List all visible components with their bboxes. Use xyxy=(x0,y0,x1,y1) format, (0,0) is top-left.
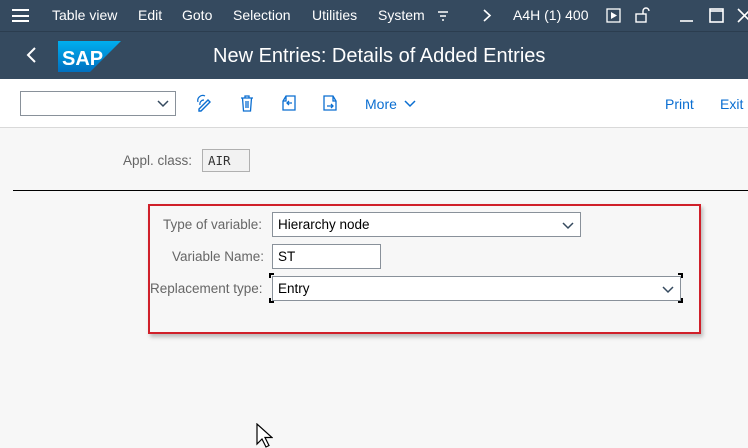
minimize-icon[interactable] xyxy=(679,8,694,23)
menu-table-view[interactable]: Table view xyxy=(52,7,117,23)
appl-class-field: AIR xyxy=(202,149,250,172)
chevron-down-icon[interactable] xyxy=(561,218,575,232)
next-entry-icon[interactable] xyxy=(321,94,339,112)
maximize-icon[interactable] xyxy=(709,8,724,23)
sap-logo: SAP xyxy=(58,41,121,72)
chevron-down-icon[interactable] xyxy=(661,282,675,296)
menu-goto[interactable]: Goto xyxy=(182,7,212,23)
delete-icon[interactable] xyxy=(238,94,256,112)
more-label: More xyxy=(365,96,397,112)
play-icon[interactable] xyxy=(606,8,621,23)
page-title: New Entries: Details of Added Entries xyxy=(213,45,546,67)
replacement-type-label: Replacement type: xyxy=(150,281,263,296)
unlock-icon[interactable] xyxy=(634,6,650,23)
chevron-down-icon[interactable] xyxy=(156,96,170,110)
mouse-cursor-icon xyxy=(256,423,273,448)
more-button[interactable]: More xyxy=(365,96,416,112)
focus-corner xyxy=(678,273,683,278)
type-of-variable-label: Type of variable: xyxy=(163,217,263,232)
appl-class-label: Appl. class: xyxy=(123,153,193,168)
replacement-type-dropdown[interactable]: Entry xyxy=(272,276,681,301)
separator xyxy=(13,190,748,191)
type-of-variable-dropdown[interactable]: Hierarchy node xyxy=(272,212,581,237)
print-button[interactable]: Print xyxy=(665,96,694,112)
command-field-dropdown[interactable] xyxy=(20,91,176,116)
focus-corner xyxy=(678,298,683,303)
menu-bar: Table view Edit Goto Selection Utilities… xyxy=(0,0,748,31)
previous-entry-icon[interactable] xyxy=(280,94,298,112)
system-info: A4H (1) 400 xyxy=(513,7,589,23)
variable-name-input[interactable]: ST xyxy=(272,244,381,269)
toolbar: More Print Exit xyxy=(0,79,748,128)
menu-selection[interactable]: Selection xyxy=(233,7,291,23)
exit-button[interactable]: Exit xyxy=(720,96,743,112)
menu-overflow-icon[interactable] xyxy=(436,9,450,23)
focus-corner xyxy=(269,273,274,278)
menu-utilities[interactable]: Utilities xyxy=(312,7,357,23)
type-of-variable-value: Hierarchy node xyxy=(278,217,370,232)
close-icon[interactable] xyxy=(737,8,748,23)
sap-logo-text: SAP xyxy=(62,48,103,70)
variable-name-label: Variable Name: xyxy=(172,249,265,264)
chevron-right-icon[interactable] xyxy=(481,8,493,23)
display-change-icon[interactable] xyxy=(196,94,214,112)
replacement-type-value: Entry xyxy=(278,281,310,296)
menu-icon[interactable] xyxy=(12,9,29,22)
back-icon[interactable] xyxy=(22,45,42,65)
header-bar: SAP New Entries: Details of Added Entrie… xyxy=(0,31,748,79)
focus-corner xyxy=(269,298,274,303)
chevron-down-icon xyxy=(404,100,416,108)
menu-system[interactable]: System xyxy=(378,7,425,23)
menu-edit[interactable]: Edit xyxy=(138,7,162,23)
